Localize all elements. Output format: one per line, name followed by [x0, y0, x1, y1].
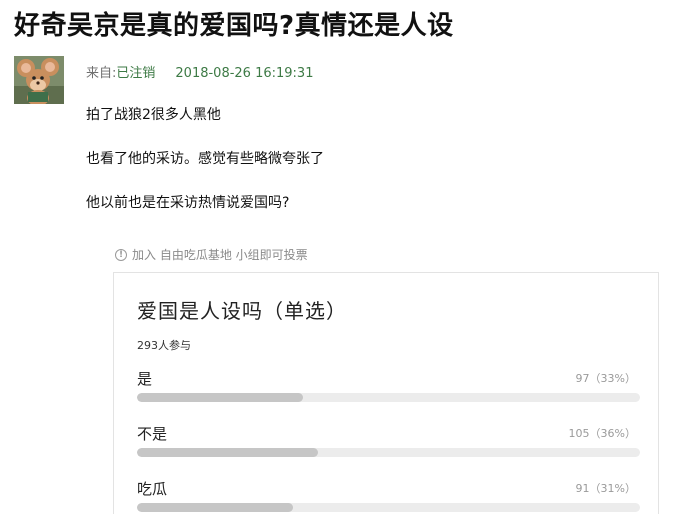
vote-hint: ! 加入 自由吃瓜基地 小组即可投票: [115, 246, 308, 264]
poll-option-value: 91（31%）: [575, 482, 636, 495]
poll-option-value: 105（36%）: [568, 427, 636, 440]
poll-option-bar-fill: [137, 393, 303, 402]
poll-title: 爱国是人设吗（单选）: [137, 299, 347, 323]
from-label: 来自:: [86, 66, 117, 81]
poll-option-label: 不是: [137, 425, 168, 443]
poll-option-bar: [137, 393, 640, 402]
post-page: 好奇吴京是真的爱国吗?真情还是人设 来自: 已注销 2018-08-26 16:…: [0, 0, 699, 514]
poll-card: 爱国是人设吗（单选） 293人参与 是 97（33%） 不是 105（36%） …: [113, 272, 659, 514]
poll-option-label: 吃瓜: [137, 480, 168, 498]
poll-option-value: 97（33%）: [575, 372, 636, 385]
poll-option-yes[interactable]: 是 97（33%）: [137, 369, 640, 409]
poll-option-label: 是: [137, 370, 153, 388]
poll-option-bar-fill: [137, 503, 293, 512]
poll-option-bar-fill: [137, 448, 319, 457]
post-body-line-1: 拍了战狼2很多人黑他: [86, 107, 221, 123]
poll-option-no[interactable]: 不是 105（36%）: [137, 424, 640, 464]
post-meta: 来自: 已注销 2018-08-26 16:19:31: [86, 64, 313, 84]
author-link[interactable]: 已注销: [116, 64, 155, 84]
poll-option-bar: [137, 448, 640, 457]
jerry-mouse-avatar-icon: [14, 56, 64, 104]
poll-participants: 293人参与: [137, 339, 191, 352]
vote-hint-text[interactable]: 加入 自由吃瓜基地 小组即可投票: [132, 246, 308, 264]
post-timestamp: 2018-08-26 16:19:31: [175, 66, 314, 81]
author-line: 来自: 已注销: [86, 64, 155, 84]
post-body-line-3: 他以前也是在采访热情说爱国吗?: [86, 195, 290, 211]
poll-option-bar: [137, 503, 640, 512]
post-body-line-2: 也看了他的采访。感觉有些略微夸张了: [86, 151, 324, 167]
poll-option-eat-melon[interactable]: 吃瓜 91（31%）: [137, 479, 640, 514]
info-circle-icon: !: [115, 249, 127, 261]
avatar[interactable]: [14, 56, 64, 104]
post-title: 好奇吴京是真的爱国吗?真情还是人设: [14, 11, 454, 41]
